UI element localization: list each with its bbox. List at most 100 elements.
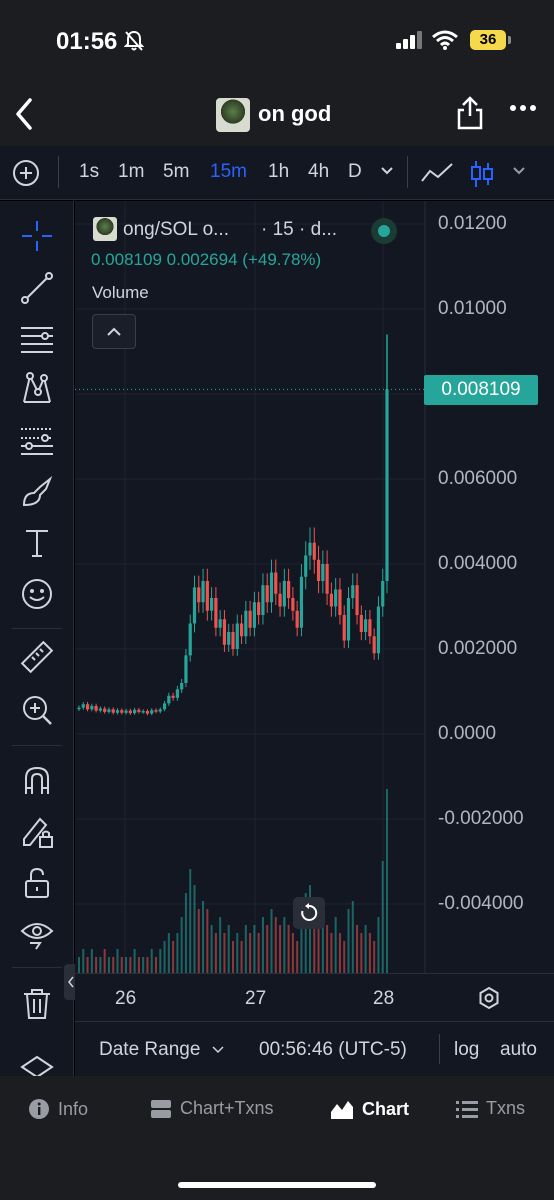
date-range-label: Date Range bbox=[99, 1039, 201, 1060]
auto-scale-button[interactable]: auto bbox=[500, 1039, 537, 1061]
volume-bar bbox=[163, 941, 166, 973]
battery-tip bbox=[508, 36, 511, 44]
candle-body bbox=[372, 636, 376, 654]
legend-volume[interactable]: Volume bbox=[92, 283, 149, 303]
legend-change-pct: (+49.78%) bbox=[242, 250, 322, 269]
candle-body bbox=[346, 598, 351, 641]
candle-body bbox=[265, 585, 269, 603]
lock-pencil-icon[interactable] bbox=[18, 813, 56, 851]
candle-body bbox=[359, 615, 363, 632]
candle-body bbox=[94, 705, 98, 711]
volume-bar bbox=[120, 957, 123, 973]
legend-symbol[interactable]: ong/SOL o... bbox=[123, 219, 229, 241]
zoom-in-icon[interactable] bbox=[18, 691, 56, 729]
plus-icon[interactable] bbox=[12, 159, 40, 187]
candlestick-icon[interactable] bbox=[470, 159, 494, 189]
log-scale-button[interactable]: log bbox=[454, 1039, 479, 1061]
volume-bar bbox=[381, 861, 384, 973]
candle-body bbox=[269, 572, 274, 603]
candle-body bbox=[231, 632, 235, 649]
more-icon[interactable] bbox=[510, 104, 536, 112]
tab-label: Chart bbox=[362, 1098, 410, 1119]
volume-bar bbox=[356, 925, 359, 973]
volume-bar bbox=[287, 925, 290, 973]
line-chart-icon[interactable] bbox=[420, 161, 454, 185]
range-bar: Date Range 00:56:46 (UTC-5) log auto bbox=[75, 1021, 554, 1076]
candle-body bbox=[355, 585, 359, 615]
drawing-tools-panel bbox=[0, 201, 74, 1079]
pattern-icon[interactable] bbox=[18, 370, 56, 408]
candle-body bbox=[201, 581, 205, 603]
timeframe-d[interactable]: D bbox=[348, 161, 362, 183]
magnet-icon[interactable] bbox=[18, 762, 56, 800]
volume-bar bbox=[99, 957, 102, 973]
timeframe-15m[interactable]: 15m bbox=[210, 161, 247, 183]
reset-chart-button[interactable] bbox=[293, 897, 325, 929]
trend-line-icon[interactable] bbox=[18, 269, 56, 307]
collapse-legend-button[interactable] bbox=[92, 314, 136, 349]
candle-body bbox=[214, 598, 218, 628]
back-icon[interactable] bbox=[10, 96, 40, 132]
volume-bar bbox=[133, 949, 136, 973]
candle-body bbox=[248, 610, 252, 628]
candle-body bbox=[312, 542, 316, 560]
unlock-icon[interactable] bbox=[18, 864, 56, 902]
timeframe-4h[interactable]: 4h bbox=[308, 161, 329, 183]
volume-bar bbox=[373, 941, 376, 973]
ruler-icon[interactable] bbox=[18, 638, 56, 676]
trash-icon[interactable] bbox=[18, 985, 56, 1023]
tab-txns[interactable]: Txns bbox=[456, 1098, 525, 1119]
eye-icon[interactable] bbox=[18, 915, 56, 953]
candle-body bbox=[192, 587, 197, 624]
volume-bar bbox=[291, 933, 294, 973]
time-axis[interactable]: 26 27 28 bbox=[75, 973, 554, 1021]
volume-bar bbox=[137, 957, 140, 973]
split-view-icon bbox=[151, 1099, 171, 1118]
text-icon[interactable] bbox=[18, 524, 56, 562]
list-icon bbox=[456, 1100, 478, 1118]
volume-bar bbox=[347, 909, 350, 973]
chevron-down-icon[interactable] bbox=[380, 166, 394, 176]
volume-bar bbox=[343, 941, 346, 973]
bell-slash-icon bbox=[124, 30, 144, 51]
signal-icon bbox=[396, 31, 422, 49]
legend-interval[interactable]: · 15 · d... bbox=[261, 219, 337, 241]
candle-body bbox=[77, 707, 81, 710]
brush-icon[interactable] bbox=[18, 473, 56, 511]
candle-body bbox=[218, 619, 222, 628]
timezone-clock[interactable]: 00:56:46 (UTC-5) bbox=[259, 1039, 407, 1061]
settings-icon[interactable] bbox=[477, 986, 501, 1010]
volume-bar bbox=[146, 957, 149, 973]
timeframe-1s[interactable]: 1s bbox=[79, 161, 99, 183]
timeframe-1h[interactable]: 1h bbox=[268, 161, 289, 183]
tab-info[interactable]: Info bbox=[28, 1098, 88, 1120]
fib-icon[interactable] bbox=[18, 422, 56, 460]
date-range-button[interactable]: Date Range bbox=[99, 1039, 224, 1061]
candle-body bbox=[137, 709, 141, 712]
candle-body bbox=[103, 708, 107, 712]
share-icon[interactable] bbox=[456, 96, 484, 130]
volume-bar bbox=[107, 957, 110, 973]
volume-bar bbox=[296, 941, 299, 973]
volume-bar bbox=[197, 909, 200, 973]
chevron-left-icon bbox=[68, 976, 74, 988]
timeframe-1m[interactable]: 1m bbox=[118, 161, 144, 183]
chevron-down-icon[interactable] bbox=[512, 166, 526, 176]
candle-body bbox=[154, 710, 158, 712]
chart-area[interactable]: ong/SOL o... · 15 · d... 0.008109 0.0026… bbox=[75, 201, 554, 973]
tab-label: Txns bbox=[486, 1098, 526, 1118]
candle-body bbox=[325, 564, 329, 594]
horizontal-lines-icon[interactable] bbox=[18, 320, 56, 358]
candle-body bbox=[175, 689, 179, 698]
volume-bar bbox=[257, 933, 260, 973]
chevron-down-icon bbox=[212, 1046, 224, 1054]
emoji-icon[interactable] bbox=[18, 575, 56, 613]
timeframe-5m[interactable]: 5m bbox=[163, 161, 189, 183]
volume-bar bbox=[78, 957, 80, 973]
price-axis-label: 0.006000 bbox=[438, 468, 518, 489]
candle-body bbox=[235, 623, 239, 649]
tab-chart-txns[interactable]: Chart+Txns bbox=[150, 1098, 274, 1119]
price-axis-label: 0.01000 bbox=[438, 298, 507, 319]
tab-chart[interactable]: Chart bbox=[330, 1098, 409, 1120]
crosshair-icon[interactable] bbox=[18, 217, 56, 255]
